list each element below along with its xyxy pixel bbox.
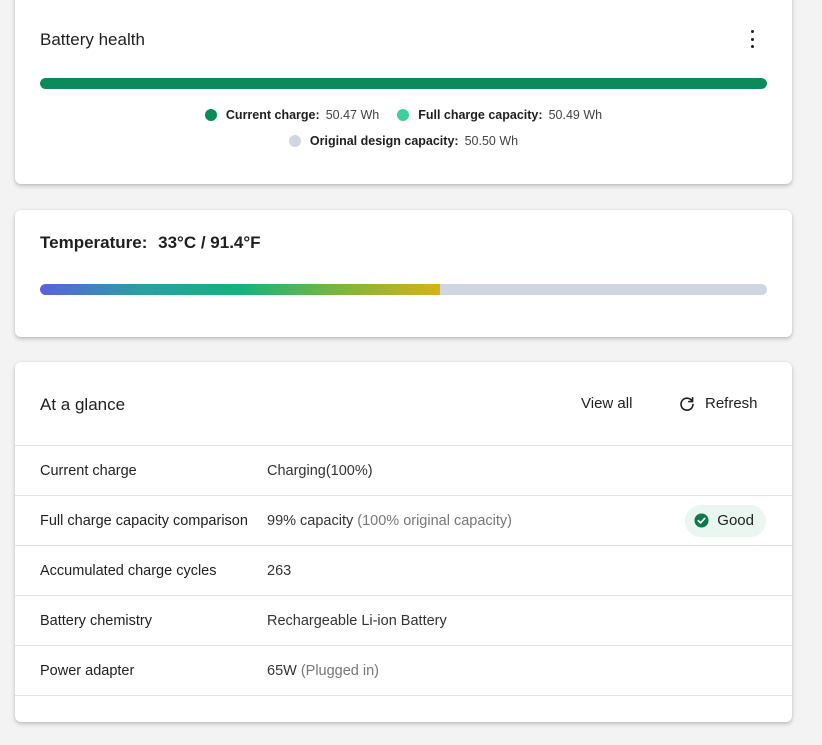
row-label: Accumulated charge cycles xyxy=(40,562,217,579)
row-value-text: Charging(100%) xyxy=(267,462,373,479)
table-row: Power adapter 65W (Plugged in) xyxy=(15,645,792,695)
row-value: 65W (Plugged in) xyxy=(267,663,379,679)
table-row: Accumulated charge cycles 263 xyxy=(15,545,792,595)
current-charge-fill xyxy=(40,78,767,89)
temperature-bar xyxy=(40,284,767,295)
row-value-text: 99% capacity xyxy=(267,512,354,529)
row-value: 263 xyxy=(267,563,291,579)
legend-value: 50.50 Wh xyxy=(464,134,519,148)
temperature-fill xyxy=(40,284,440,295)
at-a-glance-title: At a glance xyxy=(40,395,126,414)
table-row xyxy=(15,695,792,745)
temperature-heading: Temperature: 33°C / 91.4°F xyxy=(40,233,261,253)
check-circle-icon xyxy=(694,513,709,528)
row-label: Battery chemistry xyxy=(40,612,152,629)
row-label: Power adapter xyxy=(40,662,135,679)
legend-full-charge: Full charge capacity: 50.49 Wh xyxy=(397,108,602,122)
at-a-glance-card: At a glance View all Refresh Current cha… xyxy=(15,362,792,722)
row-note: (Plugged in) xyxy=(300,662,380,679)
temperature-label: Temperature: xyxy=(40,233,148,252)
view-all-button[interactable]: View all xyxy=(581,395,632,412)
legend-label: Current charge: xyxy=(225,108,320,122)
battery-health-card: Battery health Current charge: 50.47 Wh … xyxy=(15,0,792,184)
battery-legend-row: Current charge: 50.47 Wh Full charge cap… xyxy=(15,108,792,122)
full-charge-dot xyxy=(397,109,410,121)
legend-current-charge: Current charge: 50.47 Wh xyxy=(204,108,380,122)
refresh-button[interactable]: Refresh xyxy=(679,395,758,412)
temperature-value: 33°C / 91.4°F xyxy=(158,233,261,252)
design-capacity-dot xyxy=(288,135,301,147)
legend-value: 50.47 Wh xyxy=(325,108,380,122)
view-all-label: View all xyxy=(581,395,633,412)
more-vertical-icon[interactable] xyxy=(744,30,760,48)
row-value-text: 263 xyxy=(267,562,292,579)
status-label: Good xyxy=(717,512,754,529)
status-badge: Good xyxy=(685,504,766,537)
temperature-card: Temperature: 33°C / 91.4°F xyxy=(15,210,792,337)
row-value: Charging(100%) xyxy=(267,463,373,479)
table-row: Current charge Charging(100%) xyxy=(15,445,792,495)
legend-label: Full charge capacity: xyxy=(418,108,543,122)
legend-label: Original design capacity: xyxy=(309,134,459,148)
refresh-icon xyxy=(680,396,694,411)
table-row: Full charge capacity comparison 99% capa… xyxy=(15,495,792,545)
row-value: Rechargeable Li-ion Battery xyxy=(267,613,447,629)
at-a-glance-table: Current charge Charging(100%) Full charg… xyxy=(15,445,792,745)
row-value-text: Rechargeable Li-ion Battery xyxy=(267,612,447,629)
row-label: Current charge xyxy=(40,462,137,479)
battery-health-title: Battery health xyxy=(40,30,145,49)
battery-legend-row: Original design capacity: 50.50 Wh xyxy=(15,134,792,148)
battery-health-bar xyxy=(40,78,767,89)
row-label: Full charge capacity comparison xyxy=(40,512,248,529)
current-charge-dot xyxy=(204,109,217,121)
row-value: 99% capacity (100% original capacity) xyxy=(267,513,512,529)
legend-design-capacity: Original design capacity: 50.50 Wh xyxy=(288,134,519,148)
row-value-text: 65W xyxy=(267,662,297,679)
table-row: Battery chemistry Rechargeable Li-ion Ba… xyxy=(15,595,792,645)
refresh-label: Refresh xyxy=(705,395,758,412)
row-note: (100% original capacity) xyxy=(357,512,512,529)
legend-value: 50.49 Wh xyxy=(548,108,603,122)
